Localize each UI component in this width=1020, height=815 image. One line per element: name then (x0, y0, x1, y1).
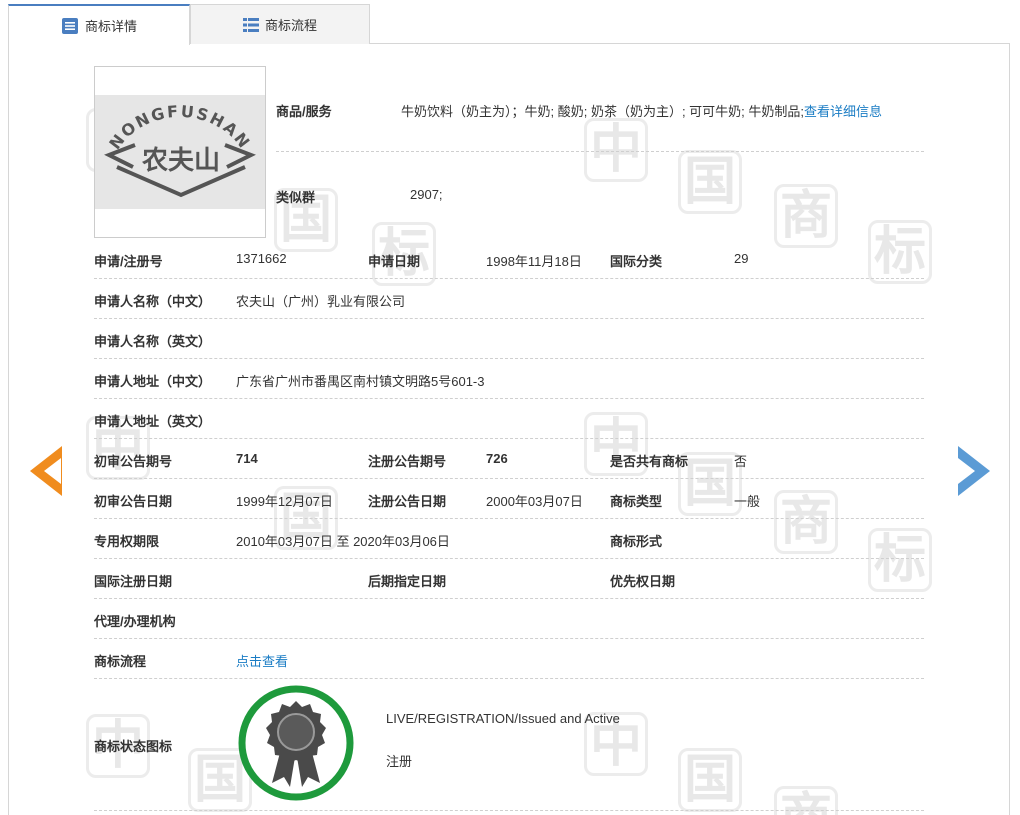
later-designation-label: 后期指定日期 (368, 574, 447, 589)
divider (276, 151, 924, 152)
watermark-char: 标 (868, 220, 932, 284)
tab-bar: 商标详情 商标流程 (8, 4, 1010, 45)
address-en-label: 申请人地址（英文） (94, 414, 212, 429)
divider (94, 678, 924, 679)
reg-issue-label: 注册公告期号 (368, 454, 447, 469)
divider (94, 478, 924, 479)
view-process-link[interactable]: 点击查看 (236, 651, 288, 670)
intl-class-value: 29 (734, 251, 749, 266)
document-list-icon (61, 17, 79, 35)
applicant-en-label: 申请人名称（英文） (94, 334, 212, 349)
watermark-char: 国 (678, 748, 742, 812)
reg-no-label: 申请/注册号 (94, 254, 163, 269)
watermark-char: 国 (678, 150, 742, 214)
divider (94, 358, 924, 359)
applicant-cn-label: 申请人名称（中文） (94, 294, 212, 309)
goods-value: 牛奶饮料（奶主为）；牛奶; 酸奶; 奶茶（奶为主）; 可可牛奶; 牛奶制品;查看… (401, 101, 882, 120)
priority-date-label: 优先权日期 (610, 574, 676, 589)
view-details-link[interactable]: 查看详细信息 (804, 104, 882, 119)
intl-class-label: 国际分类 (610, 254, 663, 269)
app-date-label: 申请日期 (368, 254, 421, 269)
next-arrow-cutout (958, 458, 975, 484)
tab-label: 商标详情 (84, 19, 137, 34)
shared-label: 是否共有商标 (610, 454, 689, 469)
reg-issue-value: 726 (486, 451, 508, 466)
trademark-logo: NONGFUSHAN 农夫山 (94, 66, 266, 238)
divider (94, 438, 924, 439)
prelim-issue-label: 初审公告期号 (94, 454, 173, 469)
shared-value: 否 (734, 454, 748, 469)
prelim-issue-value: 714 (236, 451, 258, 466)
divider (94, 558, 924, 559)
reg-date-value: 2000年03月07日 (486, 494, 583, 509)
list-grid-icon (242, 17, 259, 33)
divider (94, 398, 924, 399)
term-label: 专用权期限 (94, 534, 160, 549)
tab-trademark-process[interactable]: 商标流程 (190, 4, 370, 44)
watermark-char: 商 (774, 490, 838, 554)
divider (94, 810, 924, 811)
address-cn-label: 申请人地址（中文） (94, 374, 212, 389)
trademark-logo-image: NONGFUSHAN 农夫山 (95, 95, 265, 209)
intl-reg-date-label: 国际注册日期 (94, 574, 173, 589)
watermark-char: 中 (584, 118, 648, 182)
app-date-value: 1998年11月18日 (486, 254, 582, 269)
agent-label: 代理/办理机构 (94, 614, 176, 629)
previous-arrow-cutout (44, 458, 61, 484)
divider (94, 638, 924, 639)
prelim-date-value: 1999年12月07日 (236, 494, 333, 509)
watermark-char: 标 (868, 528, 932, 592)
tab-label: 商标流程 (264, 18, 317, 33)
watermark-char: 商 (774, 184, 838, 248)
process-label: 商标流程 (94, 654, 147, 669)
tm-type-label: 商标类型 (610, 494, 663, 509)
applicant-cn-value: 农夫山（广州）乳业有限公司 (236, 294, 406, 309)
goods-label: 商品/服务 (276, 104, 332, 119)
status-cn-value: 注册 (386, 754, 413, 769)
prelim-date-label: 初审公告日期 (94, 494, 173, 509)
tm-form-label: 商标形式 (610, 534, 663, 549)
tab-trademark-details[interactable]: 商标详情 (8, 4, 190, 45)
similar-group-label: 类似群 (276, 190, 316, 205)
term-value: 2010年03月07日 至 2020年03月06日 (236, 534, 450, 549)
address-cn-value: 广东省广州市番禺区南村镇文明路5号601-3 (236, 374, 485, 389)
svg-text:农夫山: 农夫山 (141, 146, 220, 176)
goods-list: 牛奶饮料（奶主为）；牛奶; 酸奶; 奶茶（奶为主）; 可可牛奶; 牛奶制品; (401, 104, 805, 119)
divider (94, 278, 924, 279)
reg-no-value: 1371662 (236, 251, 287, 266)
divider (94, 318, 924, 319)
tm-type-value: 一般 (734, 494, 761, 509)
status-en-value: LIVE/REGISTRATION/Issued and Active (386, 711, 620, 726)
divider (94, 518, 924, 519)
similar-group-value: 2907; (410, 187, 443, 202)
status-icon-label: 商标状态图标 (94, 739, 173, 754)
reg-date-label: 注册公告日期 (368, 494, 447, 509)
registered-status-badge-icon (236, 683, 356, 803)
divider (94, 598, 924, 599)
